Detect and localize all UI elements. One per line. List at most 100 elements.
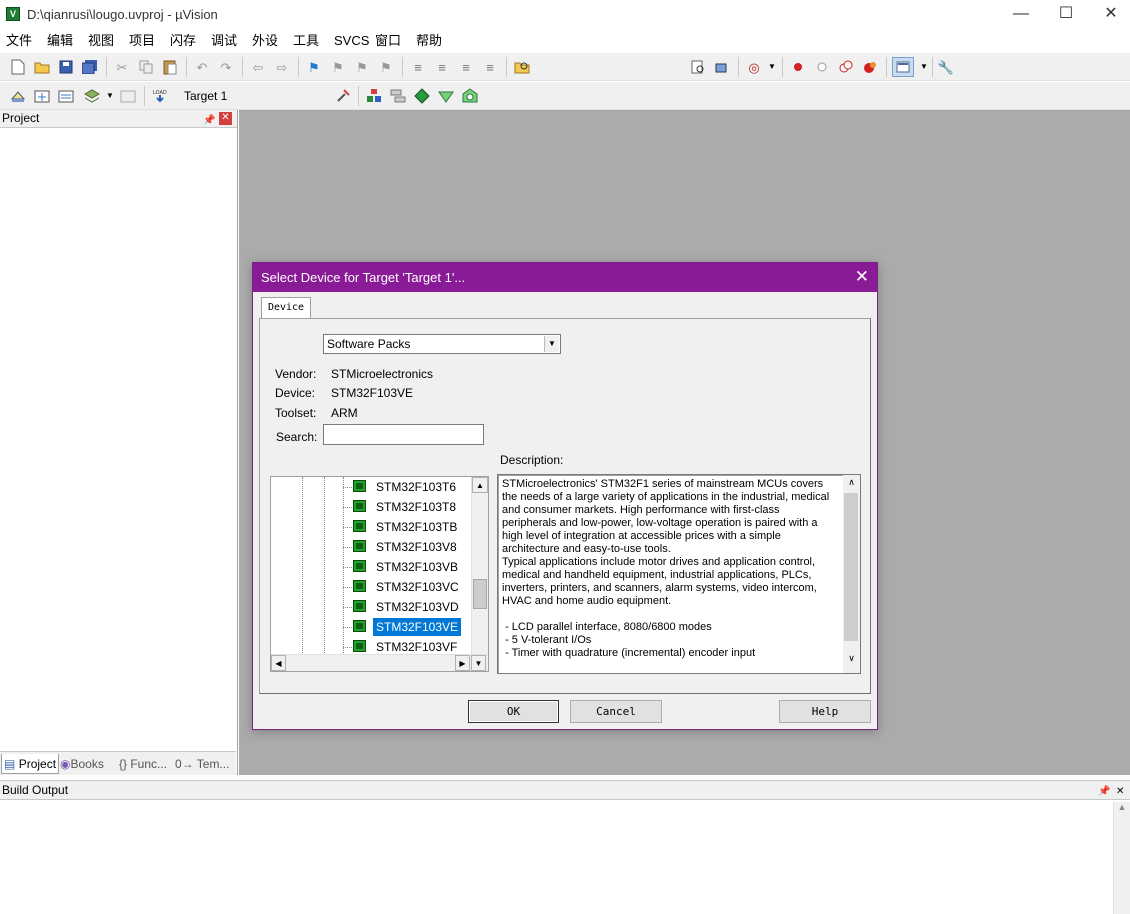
tab-device[interactable]: Device <box>261 297 311 319</box>
new-file-icon[interactable] <box>8 57 28 77</box>
manage-components-icon[interactable] <box>388 86 408 106</box>
kill-all-breakpoints-icon[interactable] <box>860 57 880 77</box>
batch-build-icon[interactable] <box>82 86 102 106</box>
clear-bookmarks-icon[interactable]: ⚑ <box>376 57 396 77</box>
scroll-thumb[interactable] <box>473 579 487 609</box>
target-options-icon[interactable] <box>333 86 353 106</box>
tab-templates[interactable]: 0→ Tem... <box>175 754 229 774</box>
tab-project[interactable]: ▤ Project <box>1 754 60 774</box>
chevron-down-icon: ▼ <box>544 336 559 352</box>
menu-peripherals[interactable]: 外设 <box>250 32 280 50</box>
chevron-down-icon[interactable]: ∨ <box>843 653 860 664</box>
menu-debug[interactable]: 调试 <box>209 32 239 50</box>
debug-dropdown-icon[interactable]: ▼ <box>762 57 782 77</box>
description-box: STMicroelectronics' STM32F1 series of ma… <box>497 474 861 674</box>
menu-file[interactable]: 文件 <box>4 32 34 50</box>
device-tree-item-label: STM32F103VD <box>376 600 459 614</box>
menu-flash[interactable]: 闪存 <box>168 32 198 50</box>
download-load-icon[interactable]: LOAD <box>150 86 170 106</box>
chip-icon <box>353 560 366 572</box>
debug-settings-icon[interactable] <box>712 57 732 77</box>
device-tree[interactable]: STM32F103T6 STM32F103T8 STM32F103TB STM32F1… <box>270 476 489 672</box>
cut-icon[interactable]: ✂ <box>112 57 132 77</box>
window-layout-icon[interactable] <box>892 57 914 77</box>
description-scroll-thumb[interactable] <box>844 493 858 641</box>
prev-bookmark-icon[interactable]: ⚑ <box>328 57 348 77</box>
save-all-icon[interactable] <box>80 57 100 77</box>
menu-window[interactable]: 窗口 <box>373 32 403 50</box>
chevron-up-icon[interactable]: ∧ <box>843 477 860 488</box>
vendor-value: STMicroelectronics <box>331 367 434 381</box>
build-output-close-icon[interactable]: ✕ <box>1116 783 1124 801</box>
scroll-right-icon[interactable]: ▶ <box>455 655 470 671</box>
bookmark-icon[interactable]: ⚑ <box>304 57 324 77</box>
start-debug-icon[interactable]: ◎ <box>744 57 764 77</box>
device-tree-item-label: STM32F103VB <box>376 560 459 574</box>
translate-icon[interactable] <box>8 86 28 106</box>
unindent-icon[interactable]: ≡ <box>432 57 452 77</box>
chip-icon <box>353 620 366 632</box>
disable-all-breakpoints-icon[interactable] <box>836 57 856 77</box>
minimize-button[interactable]: — <box>998 0 1044 30</box>
select-software-packs-icon[interactable] <box>412 86 432 106</box>
comment-icon[interactable]: ≡ <box>456 57 476 77</box>
description-scrollbar[interactable]: ∧ ∨ <box>843 475 860 673</box>
indent-icon[interactable]: ≡ <box>408 57 428 77</box>
next-bookmark-icon[interactable]: ⚑ <box>352 57 372 77</box>
find-in-files-icon[interactable] <box>512 57 532 77</box>
scroll-left-icon[interactable]: ◀ <box>271 655 286 671</box>
menu-svcs[interactable]: SVCS <box>332 32 371 50</box>
tab-functions[interactable]: {} Func... <box>119 754 167 774</box>
stop-build-icon[interactable] <box>118 86 138 106</box>
project-tab-icon: ▤ <box>4 757 16 771</box>
ok-button[interactable]: OK <box>468 700 559 723</box>
pin-icon[interactable]: 📌 <box>203 112 215 129</box>
copy-icon[interactable] <box>136 57 156 77</box>
maximize-button[interactable]: ☐ <box>1043 0 1089 30</box>
target-select[interactable]: Target 1 <box>178 87 328 105</box>
menu-tools[interactable]: 工具 <box>291 32 321 50</box>
search-input[interactable] <box>323 424 484 445</box>
window-layout-dropdown-icon[interactable]: ▼ <box>914 57 934 77</box>
dialog-close-icon[interactable]: ✕ <box>855 263 869 292</box>
batch-build-dropdown-icon[interactable]: ▼ <box>100 86 120 106</box>
cancel-button[interactable]: Cancel <box>570 700 662 723</box>
insert-breakpoint-icon[interactable] <box>788 57 808 77</box>
scroll-down-icon[interactable]: ▼ <box>471 655 486 671</box>
device-tree-hscrollbar[interactable]: ◀ ▶ ▼ <box>271 654 488 671</box>
tab-books[interactable]: ◉Books <box>60 754 104 774</box>
paste-icon[interactable] <box>160 57 180 77</box>
close-window-button[interactable]: ✕ <box>1088 0 1130 30</box>
scroll-up-icon[interactable]: ▲ <box>472 477 488 493</box>
enable-breakpoint-icon[interactable] <box>812 57 832 77</box>
build-output-scrollbar[interactable]: ▲ <box>1113 802 1130 914</box>
build-icon[interactable] <box>32 86 52 106</box>
menu-bar: 文件 编辑 视图 项目 闪存 调试 外设 工具 SVCS 窗口 帮助 <box>0 30 1130 52</box>
run-time-environment-icon[interactable] <box>460 86 480 106</box>
navigate-back-icon[interactable]: ⇦ <box>248 57 268 77</box>
build-output-pane: Build Output 📌 ✕ ▲ <box>0 780 1130 914</box>
redo-icon[interactable]: ↷ <box>216 57 236 77</box>
pack-installer-icon[interactable] <box>436 86 456 106</box>
save-icon[interactable] <box>56 57 76 77</box>
navigate-forward-icon[interactable]: ⇨ <box>272 57 292 77</box>
menu-view[interactable]: 视图 <box>86 32 116 50</box>
description-text: STMicroelectronics' STM32F1 series of ma… <box>502 478 830 659</box>
configure-icon[interactable]: 🔧 <box>936 57 956 77</box>
uncomment-icon[interactable]: ≡ <box>480 57 500 77</box>
help-button[interactable]: Help <box>779 700 871 723</box>
menu-project[interactable]: 项目 <box>127 32 157 50</box>
device-source-combo[interactable]: Software Packs ▼ <box>323 334 561 354</box>
menu-edit[interactable]: 编辑 <box>45 32 75 50</box>
build-output-pin-icon[interactable]: 📌 <box>1098 783 1110 801</box>
device-tree-item-label: STM32F103TB <box>376 520 458 534</box>
close-pane-icon[interactable]: ✕ <box>219 112 232 125</box>
open-file-icon[interactable] <box>32 57 52 77</box>
menu-help[interactable]: 帮助 <box>414 32 444 50</box>
device-tree-vscrollbar[interactable]: ▲ <box>471 477 488 657</box>
undo-icon[interactable]: ↶ <box>192 57 212 77</box>
device-source-value: Software Packs <box>327 337 411 351</box>
file-extensions-icon[interactable] <box>364 86 384 106</box>
rebuild-icon[interactable] <box>56 86 76 106</box>
incremental-find-icon[interactable] <box>688 57 708 77</box>
